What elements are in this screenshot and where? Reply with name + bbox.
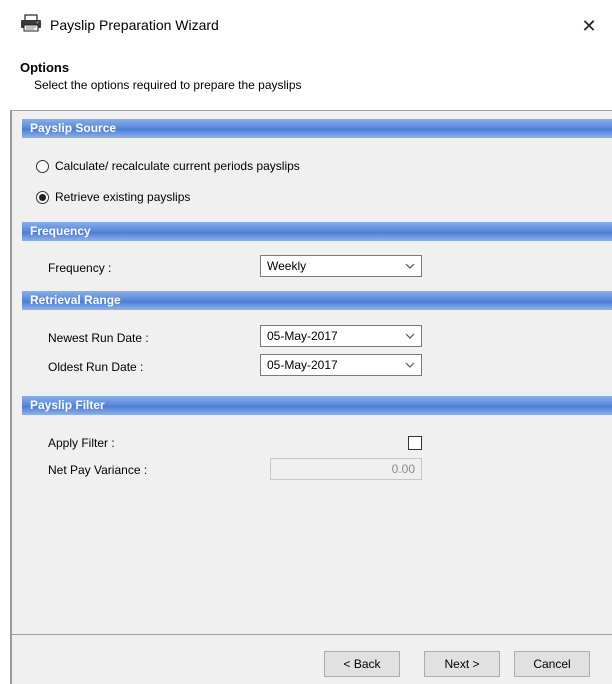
- back-button[interactable]: < Back: [324, 651, 400, 677]
- wizard-body: Payslip Source Calculate/ recalculate cu…: [10, 111, 612, 634]
- title-bar: Payslip Preparation Wizard ✕: [10, 0, 612, 44]
- radio-calculate-button[interactable]: [36, 159, 49, 173]
- wizard-footer: < Back Next > Cancel: [10, 634, 612, 684]
- frequency-value: Weekly: [267, 259, 307, 273]
- close-icon: ✕: [581, 15, 597, 36]
- radio-calculate-label: Calculate/ recalculate current periods p…: [55, 159, 300, 173]
- chevron-down-icon: [405, 355, 415, 383]
- section-payslip-source: Payslip Source: [22, 119, 612, 138]
- page-subtitle: Select the options required to prepare t…: [34, 78, 302, 92]
- close-button[interactable]: ✕: [566, 8, 612, 44]
- printer-icon: [20, 14, 42, 32]
- radio-calculate[interactable]: Calculate/ recalculate current periods p…: [36, 159, 300, 173]
- chevron-down-icon: [405, 256, 415, 284]
- oldest-run-date-label: Oldest Run Date :: [48, 360, 144, 374]
- frequency-dropdown[interactable]: Weekly: [260, 255, 422, 277]
- page-title: Options: [20, 60, 70, 75]
- chevron-down-icon: [405, 326, 415, 354]
- net-pay-variance-label: Net Pay Variance :: [48, 463, 148, 477]
- oldest-run-date-dropdown[interactable]: 05-May-2017: [260, 354, 422, 376]
- radio-retrieve-button[interactable]: [36, 190, 49, 204]
- section-retrieval-range: Retrieval Range: [22, 291, 612, 310]
- apply-filter-label: Apply Filter :: [48, 436, 115, 450]
- newest-run-date-label: Newest Run Date :: [48, 331, 149, 345]
- radio-retrieve[interactable]: Retrieve existing payslips: [36, 190, 190, 204]
- apply-filter-checkbox[interactable]: [408, 436, 422, 450]
- next-button[interactable]: Next >: [424, 651, 500, 677]
- newest-run-date-value: 05-May-2017: [267, 329, 338, 343]
- radio-retrieve-label: Retrieve existing payslips: [55, 190, 191, 204]
- frequency-label: Frequency :: [48, 261, 112, 275]
- wizard-header: Options Select the options required to p…: [10, 44, 612, 112]
- wizard-window: Payslip Preparation Wizard ✕ Options Sel…: [10, 0, 612, 684]
- cancel-button[interactable]: Cancel: [514, 651, 590, 677]
- oldest-run-date-value: 05-May-2017: [267, 358, 338, 372]
- section-payslip-filter: Payslip Filter: [22, 396, 612, 415]
- section-frequency: Frequency: [22, 222, 612, 241]
- window-title: Payslip Preparation Wizard: [50, 17, 219, 33]
- net-pay-variance-field[interactable]: 0.00: [270, 458, 422, 480]
- newest-run-date-dropdown[interactable]: 05-May-2017: [260, 325, 422, 347]
